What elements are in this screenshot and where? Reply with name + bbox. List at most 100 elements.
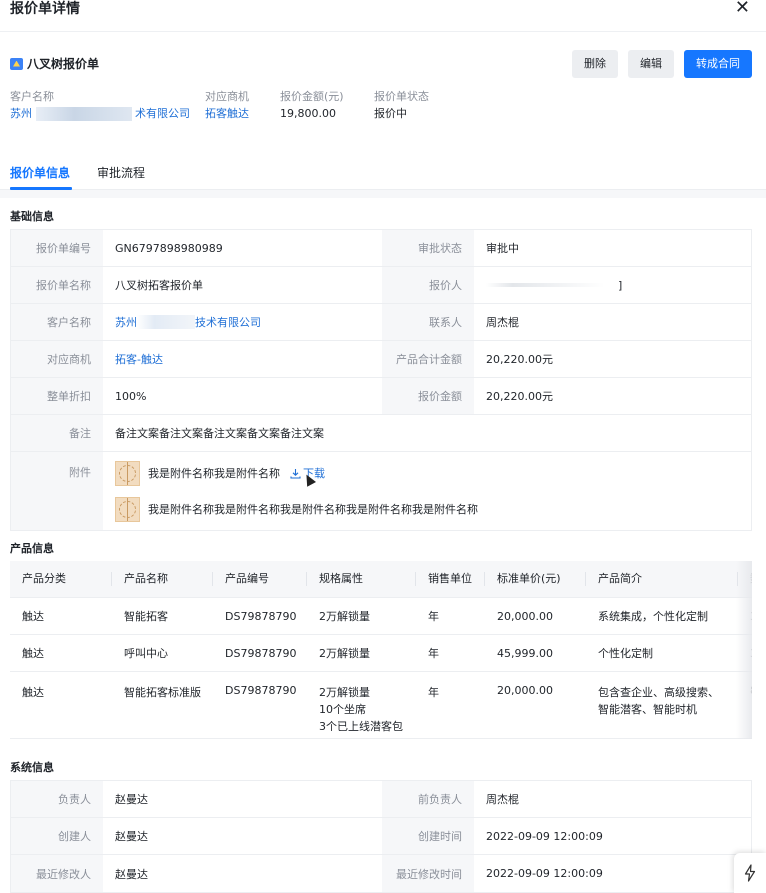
creator-value: 赵曼达	[115, 830, 148, 843]
section-gap	[0, 190, 766, 198]
summary-customer-label: 客户名称	[10, 90, 54, 103]
created-time-value: 2022-09-09 12:00:09	[486, 829, 603, 843]
cell-spec: 2万解锁量	[319, 647, 370, 660]
info-row: 负责人 赵曼达 前负责人 周杰棍	[11, 781, 751, 818]
convert-to-contract-button[interactable]: 转成合同	[684, 50, 752, 78]
cell-unit: 年	[428, 647, 439, 660]
system-info-grid: 负责人 赵曼达 前负责人 周杰棍 创建人 赵曼达 创建时间 2022-09-09…	[10, 780, 752, 893]
info-row: 客户名称 苏州 技术有限公司 联系人 周杰棍	[11, 304, 751, 341]
download-icon	[290, 468, 301, 479]
cell-spec: 2万解锁量 10个坐席 3个已上线潜客包	[307, 684, 416, 735]
cell-unit: 年	[428, 610, 439, 623]
redaction-mask	[137, 315, 195, 329]
discount-label: 整单折扣	[11, 378, 103, 414]
remark-value: 备注文案备注文案备注文案备文案备注文案	[115, 427, 324, 440]
redaction-mask	[35, 107, 132, 121]
created-time-label: 创建时间	[382, 818, 474, 854]
tab-approval-flow[interactable]: 审批流程	[97, 164, 145, 181]
cell-code: DS79878790	[225, 646, 297, 660]
cell-unit: 年	[428, 686, 439, 699]
quote-doc-icon	[10, 57, 23, 70]
product-total-label: 产品合计金额	[382, 341, 474, 377]
cell-intro: 个性化定制	[598, 647, 653, 660]
summary-status-value: 报价中	[374, 107, 407, 120]
quote-no-value: GN6797898980989	[115, 241, 223, 255]
quote-name-value: 八叉树拓客报价单	[115, 279, 203, 292]
floating-assistant-button[interactable]	[734, 853, 766, 893]
summary-opportunity-link[interactable]: 拓客触达	[205, 107, 249, 121]
table-row[interactable]: 触达 呼叫中心 DS79878790 2万解锁量 年 45,999.00 个性化…	[10, 635, 752, 672]
quoter-label: 报价人	[382, 267, 474, 303]
attachment-thumbnail[interactable]	[115, 496, 140, 522]
summary-status: 报价单状态 报价中	[374, 90, 429, 121]
customer-link[interactable]: 苏州 技术有限公司	[103, 304, 382, 340]
cell-category: 触达	[22, 610, 44, 623]
quote-amount-value: 20,220.00元	[486, 390, 553, 403]
contact-value: 周杰棍	[486, 316, 519, 329]
info-row: 对应商机 拓客-触达 产品合计金额 20,220.00元	[11, 341, 751, 378]
basic-info-grid: 报价单编号 GN6797898980989 审批状态 审批中 报价单名称 八叉树…	[10, 229, 752, 531]
intro-line: 包含查企业、高级搜索、	[598, 686, 719, 699]
drawer-title: 报价单详情	[10, 1, 80, 17]
lightning-icon	[744, 864, 756, 882]
owner-value: 赵曼达	[115, 793, 148, 806]
tab-bar: 报价单信息 审批流程	[0, 154, 766, 190]
info-row: 附件 我是附件名称我是附件名称 下载 我是附件名称我是附件名称我是附件名称我是附…	[11, 452, 751, 530]
quoter-tail: ]	[618, 278, 623, 292]
summary-status-label: 报价单状态	[374, 90, 429, 103]
summary-customer-link[interactable]: 苏州 术有限公司	[10, 107, 190, 121]
cell-price: 20,000.00	[497, 684, 553, 697]
cell-name: 智能拓客标准版	[124, 686, 201, 699]
modified-time-value: 2022-09-09 12:00:09	[486, 867, 603, 880]
prev-owner-label: 前负责人	[382, 781, 474, 817]
info-row: 报价单编号 GN6797898980989 审批状态 审批中	[11, 230, 751, 267]
column-header: 产品编号	[213, 572, 307, 586]
quote-name-heading: 八叉树报价单	[10, 55, 99, 72]
attachment-thumbnail[interactable]	[115, 460, 140, 486]
cell-intro: 系统集成，个性化定制	[598, 610, 708, 623]
attachment-item: 我是附件名称我是附件名称我是附件名称我是附件名称我是附件名称	[115, 494, 478, 524]
quote-no-label: 报价单编号	[11, 230, 103, 266]
column-header: 规格属性	[307, 572, 416, 586]
quote-amount-label: 报价金额	[382, 378, 474, 414]
summary-customer-prefix: 苏州	[10, 107, 32, 120]
quoter-value: ]	[474, 267, 753, 303]
edit-button[interactable]: 编辑	[628, 50, 674, 78]
redaction-mask	[486, 283, 618, 287]
info-row: 报价单名称 八叉树拓客报价单 报价人 ]	[11, 267, 751, 304]
attachment-label: 附件	[11, 452, 103, 530]
remark-label: 备注	[11, 415, 103, 451]
column-header: 产品分类	[10, 572, 112, 586]
prev-owner-value: 周杰棍	[486, 793, 519, 806]
attachment-name-prefix: 我	[148, 467, 159, 480]
modifier-value: 赵曼达	[115, 867, 148, 881]
tab-quote-info[interactable]: 报价单信息	[10, 164, 70, 181]
cell-spec: 2万解锁量	[319, 610, 370, 623]
spec-line: 2万解锁量	[319, 686, 370, 699]
cell-category: 触达	[22, 686, 44, 699]
close-icon[interactable]: ✕	[735, 0, 750, 17]
intro-line: 智能潜客、智能时机	[598, 703, 697, 716]
cell-code: DS79878790	[225, 609, 297, 623]
opportunity-label: 对应商机	[11, 341, 103, 377]
basic-info-title: 基础信息	[10, 210, 54, 223]
customer-suffix: 技术有限公司	[195, 316, 261, 329]
cell-category: 触达	[22, 647, 44, 660]
opportunity-link[interactable]: 拓客-触达	[103, 341, 382, 377]
discount-value: 100%	[115, 389, 147, 403]
approval-status-label: 审批状态	[382, 230, 474, 266]
owner-label: 负责人	[11, 781, 103, 817]
modifier-label: 最近修改人	[11, 855, 103, 892]
table-row[interactable]: 触达 智能拓客 DS79878790 2万解锁量 年 20,000.00 系统集…	[10, 598, 752, 635]
delete-button[interactable]: 删除	[572, 50, 618, 78]
cell-price: 20,000.00	[497, 609, 553, 623]
attachment-list: 我是附件名称我是附件名称 下载 我是附件名称我是附件名称我是附件名称我是附件名称…	[103, 452, 478, 530]
table-header: 产品分类 产品名称 产品编号 规格属性 销售单位 标准单价(元) 产品简介 数	[10, 561, 752, 598]
customer-label: 客户名称	[11, 304, 103, 340]
product-total-value: 20,220.00元	[486, 353, 553, 366]
info-row: 最近修改人 赵曼达 最近修改时间 2022-09-09 12:00:09	[11, 855, 751, 892]
spec-line: 10个坐席	[319, 703, 366, 716]
cell-name: 智能拓客	[124, 610, 168, 623]
table-row[interactable]: 触达 智能拓客标准版 DS79878790 2万解锁量 10个坐席 3个已上线潜…	[10, 672, 752, 739]
summary-customer: 客户名称 苏州 术有限公司	[10, 90, 190, 121]
